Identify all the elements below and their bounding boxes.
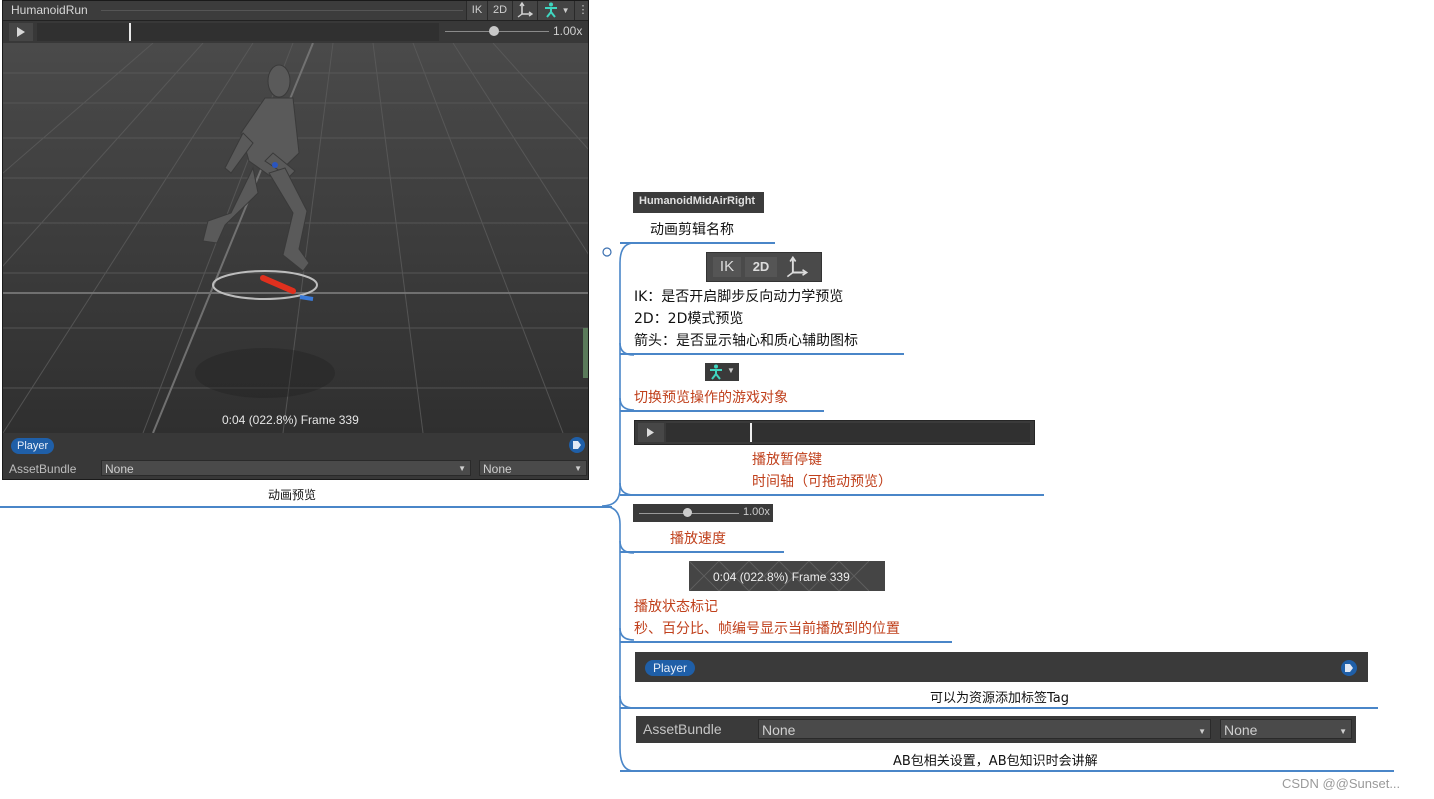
- dropdown-arrow-icon: ▼: [574, 464, 582, 473]
- avatar-note: 切换预览操作的游戏对象: [634, 390, 788, 406]
- speed-slider-thumb[interactable]: [489, 26, 499, 36]
- branch-line-2: [620, 353, 904, 355]
- menu-dots-icon[interactable]: ⋮: [574, 1, 588, 20]
- assetbundle-snippet-name: None ▼: [758, 719, 1211, 739]
- play-button[interactable]: [9, 23, 33, 41]
- preview-viewport[interactable]: 0:04 (022.8%) Frame 339: [3, 43, 588, 433]
- assetbundle-snippet-variant: None ▼: [1220, 719, 1352, 739]
- toolbar-buttons-snippet: IK 2D: [706, 252, 822, 282]
- pivot-arrows-icon: [786, 256, 809, 278]
- assetbundle-name-dropdown[interactable]: None ▼: [101, 460, 471, 476]
- branch-line-7: [620, 707, 1378, 709]
- speed-snippet-text: 1.00x: [743, 506, 770, 518]
- tag-snippet-pill: Player: [645, 660, 696, 676]
- timeline-note-track: 时间轴（可拖动预览）: [752, 474, 892, 490]
- timeline-snippet: [634, 420, 1035, 445]
- avatar-select-button[interactable]: ▼: [537, 1, 574, 20]
- play-icon: [647, 428, 654, 437]
- ik-button[interactable]: IK: [466, 1, 487, 20]
- dropdown-arrow-icon: ▼: [1198, 727, 1206, 736]
- branch-line-4: [620, 494, 1044, 496]
- avatar-icon: [544, 2, 557, 18]
- speed-value: 1.00x: [553, 24, 583, 38]
- branch-line-5: [620, 551, 784, 553]
- assetbundle-snippet-name-value: None: [762, 722, 796, 738]
- playback-controls: 1.00x: [3, 21, 588, 44]
- preview-caption: 动画预览: [268, 488, 317, 502]
- titlebar-divider: [101, 10, 463, 11]
- speed-thumb-snippet: [683, 508, 692, 517]
- speed-note: 播放速度: [670, 531, 726, 547]
- branch-line-3: [620, 410, 824, 412]
- toolbar-note-arrow: 箭头：是否显示轴心和质心辅助图标: [634, 333, 858, 349]
- preview-scene: [3, 43, 588, 433]
- 2d-snippet: 2D: [745, 257, 777, 277]
- pivot-toggle-button[interactable]: [512, 1, 537, 20]
- avatar-icon: [710, 364, 722, 380]
- assetbundle-snippet: AssetBundle None ▼ None ▼: [636, 716, 1356, 743]
- tag-note: 可以为资源添加标签Tag: [930, 691, 1070, 706]
- play-button-snippet: [638, 423, 664, 442]
- clip-name-note: 动画剪辑名称: [650, 222, 734, 238]
- status-snippet: 0:04 (022.8%) Frame 339: [689, 561, 885, 591]
- status-note-detail: 秒、百分比、帧编号显示当前播放到的位置: [634, 621, 900, 637]
- dropdown-arrow-icon: ▼: [561, 6, 570, 15]
- timeline-track-snippet: [666, 423, 1030, 442]
- assetbundle-note: AB包相关设置，AB包知识时会讲解: [893, 754, 1098, 769]
- animation-preview-window: HumanoidRun IK 2D ▼ ⋮ 1.00x 0:04 (022.8%…: [2, 0, 589, 480]
- assetbundle-label: AssetBundle: [9, 462, 77, 476]
- assetbundle-snippet-variant-value: None: [1224, 722, 1258, 738]
- tag-snippet: Player: [635, 652, 1368, 682]
- dropdown-arrow-icon: ▼: [727, 366, 735, 375]
- preview-footer: Player AssetBundle None ▼ None ▼: [3, 433, 588, 479]
- clip-name-snippet: HumanoidMidAirRight: [633, 192, 764, 213]
- play-icon: [17, 27, 25, 37]
- toolbar-note-2d: 2D：2D模式预览: [634, 311, 744, 327]
- branch-line-8: [620, 770, 1394, 772]
- timeline-track[interactable]: [37, 23, 439, 41]
- assetbundle-snippet-label: AssetBundle: [643, 721, 722, 737]
- ik-snippet: IK: [713, 257, 741, 277]
- watermark: CSDN @@Sunset...: [1282, 776, 1401, 791]
- clip-name: HumanoidRun: [11, 3, 88, 17]
- branch-line-1: [620, 242, 775, 244]
- timeline-playhead-snippet: [750, 423, 752, 442]
- tag-icon[interactable]: [569, 437, 585, 453]
- tag-icon: [1341, 660, 1357, 676]
- viewport-scroll-handle[interactable]: [583, 328, 588, 378]
- mindmap-bracket: [601, 242, 635, 772]
- speed-snippet: 1.00x: [633, 504, 773, 522]
- playback-status: 0:04 (022.8%) Frame 339: [222, 413, 359, 427]
- dropdown-arrow-icon: ▼: [1339, 727, 1347, 736]
- assetbundle-variant-value: None: [483, 462, 512, 476]
- status-note-title: 播放状态标记: [634, 599, 718, 615]
- clip-name-snippet-text: HumanoidMidAirRight: [639, 195, 756, 207]
- avatar-snippet: ▼: [705, 363, 739, 381]
- asset-label-tag[interactable]: Player: [11, 438, 55, 454]
- timeline-playhead[interactable]: [129, 23, 131, 41]
- root-connector-line: [0, 506, 612, 508]
- pivot-arrows-icon: [517, 1, 534, 18]
- assetbundle-variant-dropdown[interactable]: None ▼: [479, 460, 587, 476]
- branch-line-6: [620, 641, 952, 643]
- dropdown-arrow-icon: ▼: [458, 464, 466, 473]
- assetbundle-name-value: None: [105, 462, 134, 476]
- timeline-note-play: 播放暂停键: [752, 452, 822, 468]
- preview-titlebar: HumanoidRun IK 2D ▼ ⋮: [3, 1, 588, 21]
- 2d-button[interactable]: 2D: [487, 1, 512, 20]
- status-snippet-text: 0:04 (022.8%) Frame 339: [713, 570, 850, 584]
- toolbar-note-ik: IK：是否开启脚步反向动力学预览: [634, 289, 844, 305]
